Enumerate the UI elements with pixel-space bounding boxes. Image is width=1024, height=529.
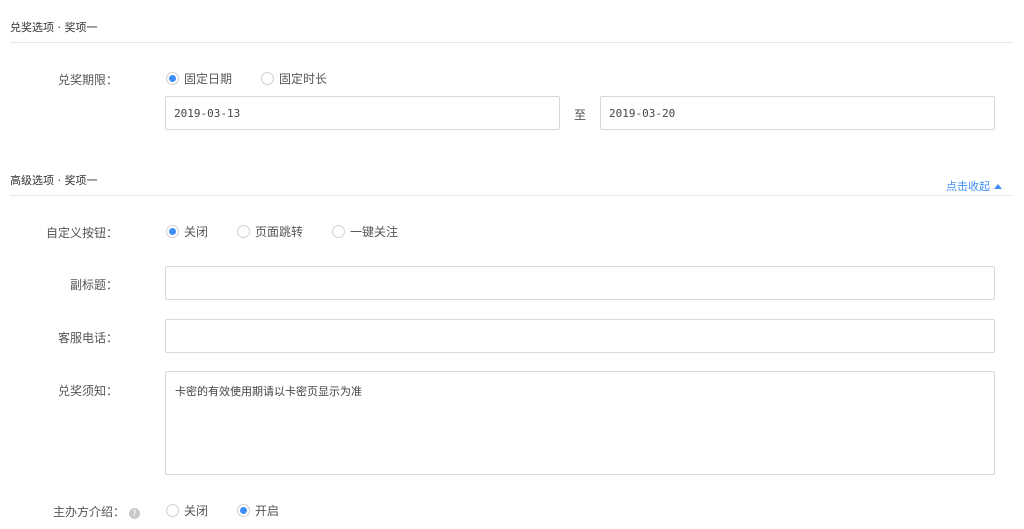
radio-label: 固定时长	[279, 72, 328, 86]
radio-checked-icon	[166, 225, 179, 238]
radio-label: 固定日期	[184, 72, 233, 86]
custom-button-option-redirect[interactable]: 页面跳转	[237, 223, 303, 240]
organizer-label-wrap: 主办方介绍：?	[0, 503, 140, 520]
organizer-radio-group: 关闭 开启	[166, 502, 308, 519]
subtitle-label: 副标题：	[69, 278, 118, 292]
start-date-input[interactable]: 2019-03-13	[165, 96, 560, 130]
help-icon[interactable]: ?	[129, 508, 140, 519]
collapse-button[interactable]: 点击收起	[946, 178, 1002, 194]
radio-label: 关闭	[184, 504, 209, 518]
date-range-separator: 至	[574, 108, 587, 122]
end-date-input[interactable]: 2019-03-20	[600, 96, 995, 130]
radio-unchecked-icon	[261, 72, 275, 85]
organizer-option-off[interactable]: 关闭	[166, 502, 208, 519]
notice-label: 兑奖须知：	[57, 384, 118, 398]
custom-button-radio-group: 关闭 页面跳转 一键关注	[166, 223, 427, 240]
phone-label: 客服电话：	[57, 331, 118, 345]
period-option-fixed-duration[interactable]: 固定时长	[261, 70, 327, 87]
collapse-label: 点击收起	[946, 180, 990, 193]
radio-label: 页面跳转	[255, 225, 304, 239]
redeem-section-title: 兑奖选项 · 奖项一	[10, 21, 98, 34]
subtitle-input[interactable]	[165, 266, 995, 300]
radio-checked-icon	[237, 504, 251, 517]
radio-unchecked-icon	[166, 504, 179, 517]
radio-unchecked-icon	[237, 225, 251, 238]
section-divider	[10, 42, 1013, 43]
radio-unchecked-icon	[332, 225, 346, 238]
radio-checked-icon	[166, 72, 179, 85]
radio-label: 开启	[255, 504, 280, 518]
organizer-label: 主办方介绍：	[52, 505, 125, 519]
custom-button-option-follow[interactable]: 一键关注	[332, 223, 398, 240]
organizer-option-on[interactable]: 开启	[237, 502, 279, 519]
radio-label: 关闭	[184, 225, 209, 239]
period-option-fixed-date[interactable]: 固定日期	[166, 70, 232, 87]
period-label: 兑奖期限：	[57, 73, 118, 87]
notice-textarea[interactable]: 卡密的有效使用期请以卡密页显示为准	[165, 371, 995, 475]
advanced-section-title: 高级选项 · 奖项一	[10, 174, 98, 187]
section-divider	[10, 195, 1013, 196]
custom-button-option-off[interactable]: 关闭	[166, 223, 208, 240]
caret-up-icon	[994, 183, 1002, 189]
phone-input[interactable]	[165, 319, 995, 353]
radio-label: 一键关注	[350, 225, 399, 239]
period-radio-group: 固定日期 固定时长	[166, 70, 356, 87]
custom-button-label: 自定义按钮：	[45, 226, 118, 240]
